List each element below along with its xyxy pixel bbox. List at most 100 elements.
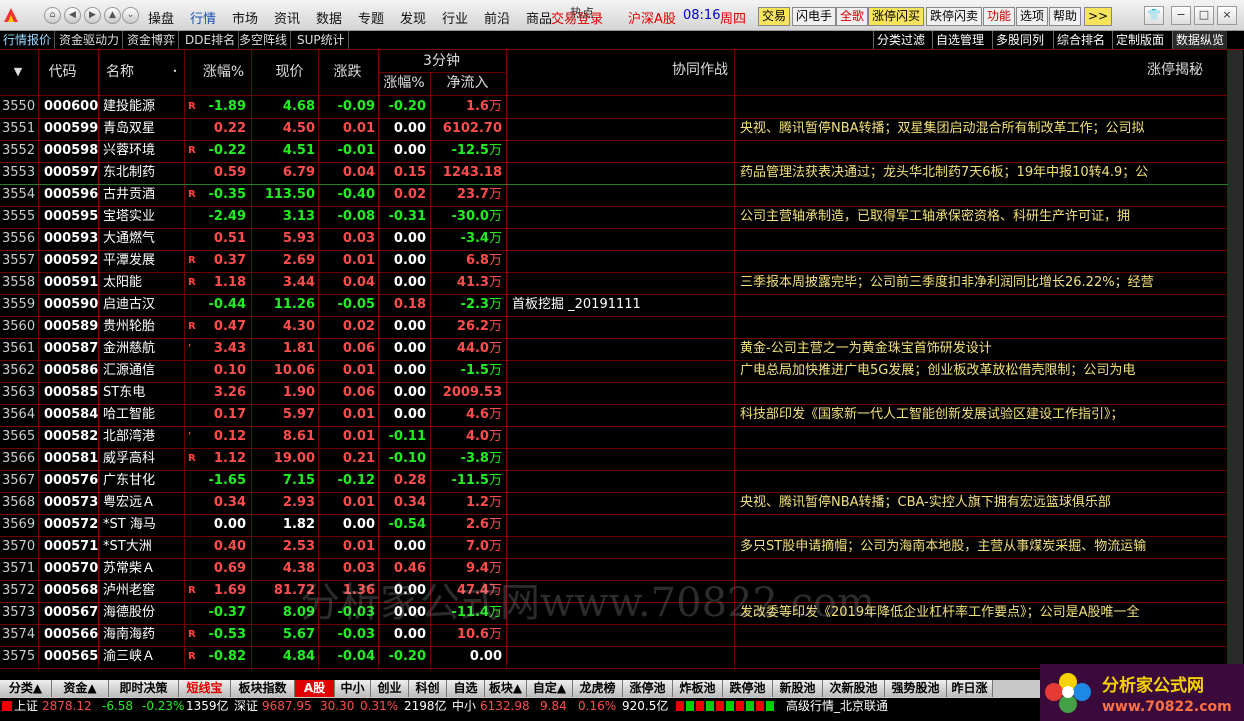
maximize-icon[interactable]: □ <box>1194 6 1214 25</box>
server-label[interactable]: 高级行情_北京联通 <box>786 699 888 713</box>
back-icon[interactable]: ◀ <box>64 7 81 24</box>
table-row[interactable]: 3561 000587 金洲慈航 ' 3.43 1.81 0.06 0.00 44.0万 黄金-公… <box>0 338 1228 360</box>
subtab-right-0[interactable]: 分类过滤 <box>873 31 929 49</box>
bottom-tab-15[interactable]: 跌停池 <box>723 680 773 697</box>
bottom-tab-12[interactable]: 龙虎榜 <box>573 680 623 697</box>
bottom-tab-14[interactable]: 炸板池 <box>673 680 723 697</box>
header-3min-netflow[interactable]: 净流入 <box>430 73 505 93</box>
toolbar-button-5[interactable]: 功能 <box>983 7 1016 26</box>
bottom-tab-10[interactable]: 板块▲ <box>485 680 527 697</box>
menu-8[interactable]: 前沿 <box>484 8 510 27</box>
menu-3[interactable]: 资讯 <box>274 8 300 27</box>
header-reveal[interactable]: 涨停揭秘 <box>1120 50 1230 94</box>
menu-2[interactable]: 市场 <box>232 8 258 27</box>
table-row[interactable]: 3559 000590 启迪古汉 -0.44 11.26 -0.05 0.18 -2.3万 首板… <box>0 294 1228 316</box>
header-change-pct[interactable]: 涨幅% <box>196 50 251 94</box>
subtab-right-4[interactable]: 定制版面 <box>1112 31 1168 49</box>
up-icon[interactable]: ▲ <box>104 7 121 24</box>
bottom-tab-0[interactable]: 分类▲ <box>0 680 52 697</box>
stock-name: 平潭发展 <box>103 253 156 268</box>
table-row[interactable]: 3554 000596 古井贡酒 R -0.35 113.50 -0.40 0.02 23.7万 <box>0 184 1228 206</box>
toolbar-button-8[interactable]: >> <box>1084 7 1113 26</box>
subtab-right-3[interactable]: 综合排名 <box>1053 31 1109 49</box>
table-row[interactable]: 3552 000598 兴蓉环境 R -0.22 4.51 -0.01 0.00 -12.5万 <box>0 140 1228 162</box>
table-row[interactable]: 3565 000582 北部湾港 ' 0.12 8.61 0.01 -0.11 4.0万 <box>0 426 1228 448</box>
table-row[interactable]: 3569 000572 *ST 海马 0.00 1.82 0.00 -0.54 2.6万 <box>0 514 1228 536</box>
header-price[interactable]: 现价 <box>262 50 317 94</box>
market-label[interactable]: 沪深A股 <box>628 8 676 27</box>
row-index: 3561 <box>2 341 36 356</box>
header-3min-change[interactable]: 涨幅% <box>379 73 429 93</box>
price: 3.44 <box>282 275 315 290</box>
subtab-right-1[interactable]: 自选管理 <box>932 31 988 49</box>
dropdown-icon[interactable]: ⌄ <box>122 7 139 24</box>
subtab-left-1[interactable]: 资金驱动力 <box>56 31 124 49</box>
menu-9[interactable]: 商品 <box>526 8 552 27</box>
bottom-tab-5[interactable]: A股 <box>295 680 335 697</box>
toolbar-button-6[interactable]: 选项 <box>1016 7 1049 26</box>
table-row[interactable]: 3568 000573 粤宏远Ａ 0.34 2.93 0.01 0.34 1.2万 央视、腾讯暂… <box>0 492 1228 514</box>
toolbar-button-7[interactable]: 帮助 <box>1049 7 1082 26</box>
subtab-right-2[interactable]: 多股同列 <box>992 31 1048 49</box>
minimize-icon[interactable]: − <box>1171 6 1191 25</box>
vertical-scrollbar[interactable] <box>1228 50 1243 670</box>
toolbar-button-0[interactable]: 交易 <box>758 7 791 26</box>
subtab-left-2[interactable]: 资金博弈 <box>124 31 180 49</box>
table-row[interactable]: 3557 000592 平潭发展 R 0.37 2.69 0.01 0.00 6.8万 <box>0 250 1228 272</box>
bottom-tab-3[interactable]: 短线宝 <box>179 680 231 697</box>
bottom-tab-1[interactable]: 资金▲ <box>52 680 109 697</box>
table-row[interactable]: 3566 000581 威孚高科 R 1.12 19.00 0.21 -0.10 -3.8万 <box>0 448 1228 470</box>
toolbar-button-4[interactable]: 跌停闪卖 <box>926 7 983 26</box>
subtab-left-0[interactable]: 行情报价 <box>0 31 56 49</box>
table-row[interactable]: 3560 000589 贵州轮胎 R 0.47 4.30 0.02 0.00 26.2万 <box>0 316 1228 338</box>
table-row[interactable]: 3562 000586 汇源通信 0.10 10.06 0.01 0.00 -1.5万 广电总局… <box>0 360 1228 382</box>
subtab-left-3[interactable]: DDE排名 <box>182 31 240 49</box>
subtab-left-4[interactable]: 多空阵线 <box>236 31 292 49</box>
sort-menu-icon[interactable]: ▼ <box>4 50 32 94</box>
bottom-tab-11[interactable]: 自定▲ <box>527 680 573 697</box>
toolbar-button-1[interactable]: 闪电手 <box>792 7 837 26</box>
bottom-tab-19[interactable]: 昨日涨 <box>947 680 993 697</box>
toolbar-button-3[interactable]: 涨停闪买 <box>868 7 925 26</box>
header-name[interactable]: 名称 <box>100 50 140 94</box>
close-icon[interactable]: × <box>1217 6 1237 25</box>
table-row[interactable]: 3570 000571 *ST大洲 0.40 2.53 0.01 0.00 7.0万 多只ST股… <box>0 536 1228 558</box>
bottom-tab-4[interactable]: 板块指数 <box>231 680 295 697</box>
menu-0[interactable]: 操盘 <box>148 8 174 27</box>
bottom-tab-13[interactable]: 涨停池 <box>623 680 673 697</box>
header-change[interactable]: 涨跌 <box>320 50 375 94</box>
menu-1[interactable]: 行情 <box>190 8 216 27</box>
bottom-tab-9[interactable]: 自选 <box>447 680 485 697</box>
header-3min: 3分钟 <box>423 53 460 69</box>
subtab-right-5[interactable]: 数据纵览 <box>1172 31 1228 49</box>
subtab-left-5[interactable]: SUP统计 <box>294 31 349 49</box>
bottom-tab-6[interactable]: 中小 <box>335 680 371 697</box>
table-row[interactable]: 3564 000584 哈工智能 0.17 5.97 0.01 0.00 4.6万 科技部印发《… <box>0 404 1228 426</box>
bottom-tab-17[interactable]: 次新股池 <box>823 680 885 697</box>
table-row[interactable]: 3563 000585 ST东电 3.26 1.90 0.06 0.00 2009.53 <box>0 382 1228 404</box>
table-row[interactable]: 3558 000591 太阳能 R 1.18 3.44 0.04 0.00 41.3万 三季报本周… <box>0 272 1228 294</box>
bottom-tab-8[interactable]: 科创 <box>409 680 447 697</box>
toolbar-button-2[interactable]: 全歌 <box>836 7 869 26</box>
table-row[interactable]: 3555 000595 宝塔实业 -2.49 3.13 -0.08 -0.31 -30.0万 公… <box>0 206 1228 228</box>
shirt-icon[interactable]: 👕 <box>1144 6 1164 25</box>
bottom-tab-2[interactable]: 即时决策 <box>109 680 179 697</box>
change-pct: 3.43 <box>213 341 246 356</box>
header-code[interactable]: 代码 <box>40 50 85 94</box>
bottom-tab-18[interactable]: 强势股池 <box>885 680 947 697</box>
menu-4[interactable]: 数据 <box>316 8 342 27</box>
home-icon[interactable]: ⌂ <box>44 7 61 24</box>
header-sync[interactable]: 协同作战 <box>600 50 800 94</box>
menu-6[interactable]: 发现 <box>400 8 426 27</box>
table-row[interactable]: 3553 000597 东北制药 0.59 6.79 0.04 0.15 1243.18 药品管… <box>0 162 1228 184</box>
table-row[interactable]: 3550 000600 建投能源 R -1.89 4.68 -0.09 -0.20 1.6万 <box>0 96 1228 118</box>
table-row[interactable]: 3567 000576 广东甘化 -1.65 7.15 -0.12 0.28 -11.5万 <box>0 470 1228 492</box>
forward-icon[interactable]: ▶ <box>84 7 101 24</box>
bottom-tab-7[interactable]: 创业 <box>371 680 409 697</box>
table-row[interactable]: 3551 000599 青岛双星 0.22 4.50 0.01 0.00 6102.70 央视、… <box>0 118 1228 140</box>
bottom-tab-16[interactable]: 新股池 <box>773 680 823 697</box>
menu-7[interactable]: 行业 <box>442 8 468 27</box>
menu-5[interactable]: 专题 <box>358 8 384 27</box>
table-row[interactable]: 3556 000593 大通燃气 0.51 5.93 0.03 0.00 -3.4万 <box>0 228 1228 250</box>
stock-code: 000589 <box>44 319 99 334</box>
